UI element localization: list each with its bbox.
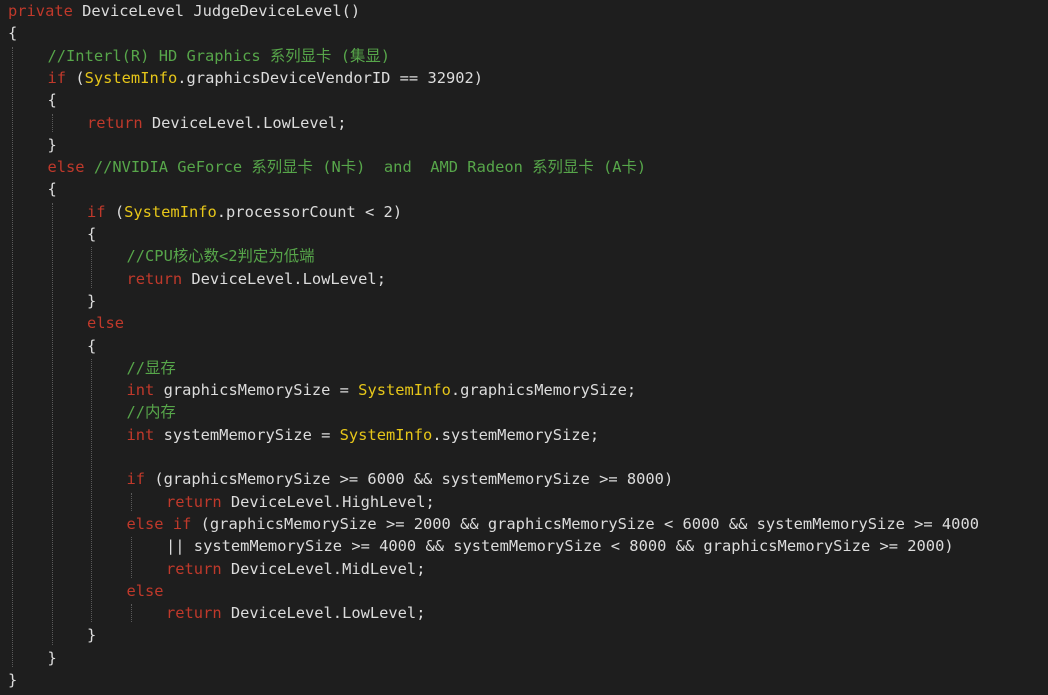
code-line[interactable]: //CPU核心数<2判定为低端 [127,245,1048,267]
code-token: { [47,180,57,199]
code-line[interactable]: return DeviceLevel.LowLevel; [166,602,1048,624]
code-token: } [87,291,97,310]
code-line[interactable]: if (SystemInfo.processorCount < 2) [87,201,1048,223]
keyword-token: return [166,492,222,511]
code-line[interactable]: return DeviceLevel.LowLevel; [127,268,1048,290]
type-token: SystemInfo [124,202,217,221]
code-token: DeviceLevel.HighLevel; [221,492,435,511]
keyword-token: else [47,158,85,177]
code-token: .graphicsDeviceVendorID == 32902) [177,68,484,87]
code-editor[interactable]: private DeviceLevel JudgeDeviceLevel() { /… [0,0,1048,695]
code-token: .processorCount < 2) [216,202,403,221]
keyword-token: if [126,470,146,489]
type-token: SystemInfo [84,68,178,87]
code-token: .graphicsMemorySize; [450,381,637,400]
indent-guide [51,113,53,132]
indent-guide [91,247,92,288]
code-token: { [87,336,97,355]
comment-token: //NVIDIA GeForce 系列显卡 (N卡) and AMD Radeo… [84,158,647,177]
code-line[interactable]: //显存 [127,357,1048,379]
type-token: SystemInfo [358,381,451,400]
code-line[interactable]: return DeviceLevel.LowLevel; [87,112,1048,134]
code-line[interactable]: return DeviceLevel.HighLevel; [166,491,1048,513]
code-line[interactable]: if (graphicsMemorySize >= 6000 && system… [127,468,1048,490]
keyword-token: return [166,604,222,623]
code-token: systemMemorySize = [154,425,340,444]
code-line[interactable]: //Interl(R) HD Graphics 系列显卡 (集显) [48,45,1048,67]
code-line[interactable]: || systemMemorySize >= 4000 && systemMem… [166,535,1048,557]
indent-guide [130,492,132,511]
indent-guide [51,202,53,645]
code-token: || systemMemorySize >= 4000 && systemMem… [166,537,954,556]
code-line[interactable]: { [87,223,1048,245]
indent-guide [130,537,132,578]
code-token: ( [105,202,125,221]
code-line[interactable]: int systemMemorySize = SystemInfo.system… [127,424,1048,446]
code-token: DeviceLevel.LowLevel; [221,604,426,623]
comment-token: //CPU核心数<2判定为低端 [126,247,315,266]
code-line[interactable]: } [48,134,1048,156]
code-token: { [8,24,18,43]
code-line[interactable]: else //NVIDIA GeForce 系列显卡 (N卡) and AMD … [48,156,1048,178]
code-token: DeviceLevel JudgeDeviceLevel() [72,2,361,20]
code-line[interactable]: { [48,178,1048,200]
code-line[interactable]: return DeviceLevel.MidLevel; [166,558,1048,580]
code-line[interactable]: else if (graphicsMemorySize >= 2000 && g… [127,513,1048,535]
comment-token: //显存 [126,358,176,377]
code-line[interactable]: } [87,624,1048,646]
code-line[interactable]: else [87,312,1048,334]
code-line[interactable]: else [127,580,1048,602]
code-line[interactable] [127,446,1048,468]
code-token: .systemMemorySize; [432,425,600,444]
keyword-token: else if [126,514,192,533]
code-line[interactable]: { [8,22,1048,44]
code-line[interactable]: if (SystemInfo.graphicsDeviceVendorID ==… [48,67,1048,89]
keyword-token: if [47,68,67,87]
keyword-token: private [8,2,73,20]
code-token: } [87,626,97,645]
code-token: DeviceLevel.LowLevel; [182,269,386,288]
indent-guide [91,358,92,623]
code-line[interactable]: { [48,89,1048,111]
code-token: (graphicsMemorySize >= 2000 && graphicsM… [191,514,979,533]
keyword-token: int [126,425,155,444]
indent-guide [12,46,13,667]
code-line[interactable]: } [48,647,1048,669]
keyword-token: else [126,581,164,600]
keyword-token: return [126,269,183,288]
code-token: } [8,671,18,689]
code-line[interactable]: } [8,669,1048,691]
keyword-token: return [87,113,143,132]
code-line[interactable]: int graphicsMemorySize = SystemInfo.grap… [127,379,1048,401]
keyword-token: else [87,314,125,333]
comment-token: //Interl(R) HD Graphics 系列显卡 (集显) [47,46,391,65]
code-token: { [87,225,97,243]
code-token: graphicsMemorySize = [154,381,359,400]
code-token: DeviceLevel.MidLevel; [221,559,426,578]
code-line[interactable]: { [87,335,1048,357]
type-token: SystemInfo [339,425,433,444]
code-token: } [47,648,57,667]
keyword-token: int [126,381,155,400]
indent-guide [130,604,132,623]
code-token: (graphicsMemorySize >= 6000 && systemMem… [145,470,674,489]
code-token: { [47,91,57,110]
keyword-token: if [87,202,106,221]
code-token: DeviceLevel.LowLevel; [142,113,347,132]
keyword-token: return [166,559,222,578]
code-token: ( [66,68,85,87]
code-line[interactable]: private DeviceLevel JudgeDeviceLevel() [8,0,1048,22]
comment-token: //内存 [126,403,176,422]
code-token: } [47,135,57,154]
code-line[interactable]: } [87,290,1048,312]
code-line[interactable]: //内存 [127,401,1048,423]
